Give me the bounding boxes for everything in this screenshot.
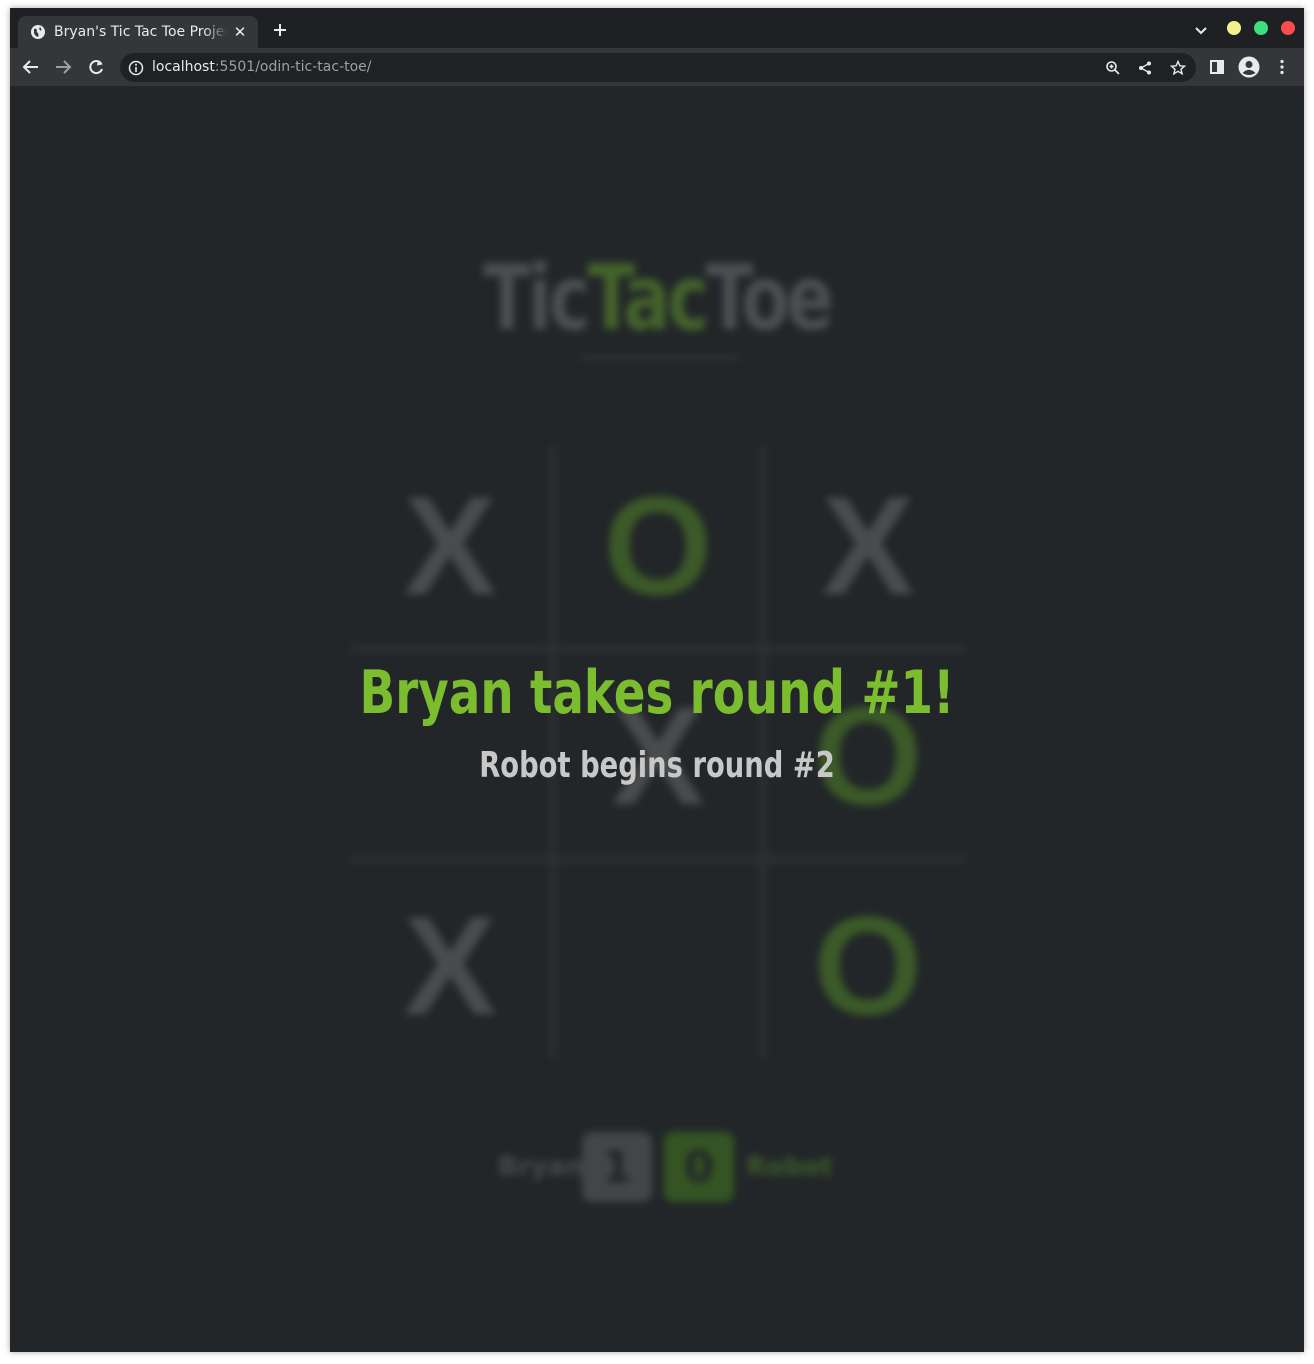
- globe-icon: [30, 24, 46, 40]
- url-path: :5501/odin-tic-tac-toe/: [214, 59, 372, 75]
- zoom-icon[interactable]: [1105, 60, 1121, 76]
- round-result-overlay[interactable]: Bryan takes round #1! Robot begins round…: [10, 86, 1304, 1352]
- profile-avatar-icon[interactable]: [1238, 56, 1260, 78]
- active-tab[interactable]: Bryan's Tic Tac Toe Project ✕: [18, 16, 258, 48]
- close-tab-icon[interactable]: ✕: [232, 23, 248, 41]
- minimize-button[interactable]: [1227, 21, 1241, 35]
- round-winner-message: Bryan takes round #1!: [359, 658, 955, 728]
- tab-strip: Bryan's Tic Tac Toe Project ✕: [10, 8, 1304, 48]
- url-host: localhost: [152, 59, 215, 75]
- menu-dots-icon[interactable]: [1273, 58, 1291, 76]
- chevron-down-icon[interactable]: [1194, 23, 1208, 37]
- url-text[interactable]: localhost:5501/odin-tic-tac-toe/: [152, 59, 372, 75]
- page-viewport: TicTacToe X O X X O X O Bryan 1 0 Robot …: [10, 86, 1304, 1352]
- bookmark-star-icon[interactable]: [1170, 60, 1186, 76]
- close-window-button[interactable]: [1281, 21, 1295, 35]
- share-icon[interactable]: [1137, 60, 1153, 76]
- tab-title: Bryan's Tic Tac Toe Project: [54, 24, 228, 40]
- info-icon[interactable]: [128, 60, 144, 76]
- reload-icon[interactable]: [87, 58, 105, 76]
- forward-icon[interactable]: [54, 58, 72, 76]
- back-icon[interactable]: [22, 58, 40, 76]
- side-panel-icon[interactable]: [1208, 58, 1226, 76]
- maximize-button[interactable]: [1254, 21, 1268, 35]
- new-tab-icon[interactable]: [270, 20, 290, 40]
- address-bar[interactable]: localhost:5501/odin-tic-tac-toe/: [120, 53, 1196, 82]
- browser-window: Bryan's Tic Tac Toe Project ✕ localhost:…: [10, 8, 1304, 1352]
- browser-toolbar: localhost:5501/odin-tic-tac-toe/: [10, 48, 1304, 86]
- next-round-message: Robot begins round #2: [479, 745, 835, 786]
